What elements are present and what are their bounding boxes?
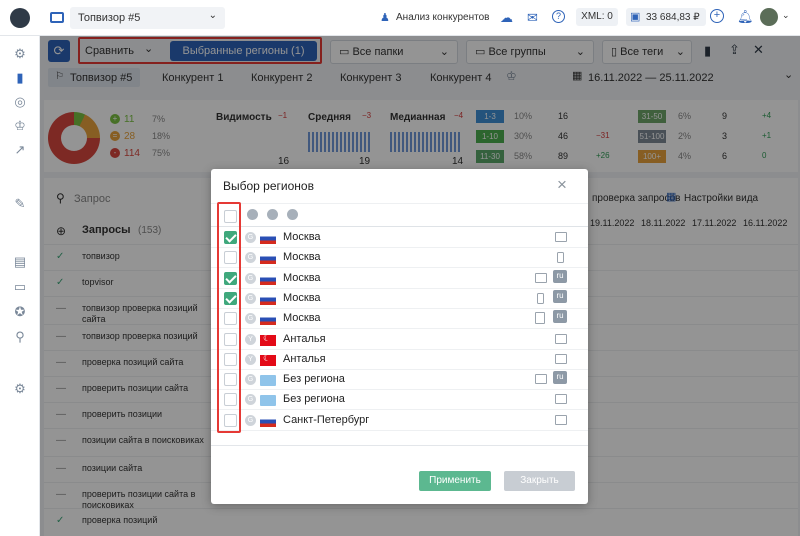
analysis-icon[interactable]: ◎ — [12, 94, 28, 110]
upload-cloud-icon[interactable]: ☁ — [500, 10, 513, 26]
desktop-icon — [555, 394, 567, 405]
modal-title: Выбор регионов — [223, 179, 314, 193]
search-engine-icon: G — [245, 232, 256, 243]
tablet-icon — [535, 312, 545, 325]
region-row[interactable]: Y Анталья — [211, 350, 588, 370]
sidebar: ⚙ ▮ ◎ ♔ ↗ ✎ ▤ ▭ ✪ ⚲ ⚙ — [0, 36, 40, 536]
balance-value: 33 684,83 ₽ — [646, 12, 700, 23]
bell-icon[interactable]: 🔔︎ — [737, 9, 754, 25]
region-row[interactable]: G Москва ru — [211, 269, 588, 289]
search-engine-icon: G — [245, 394, 256, 406]
language-badge: ru — [553, 371, 567, 385]
competitor-analysis-link[interactable]: Анализ конкурентов — [396, 12, 489, 23]
briefcase-icon — [50, 12, 64, 23]
tools-icon[interactable]: ✎ — [12, 196, 28, 212]
country-flag-icon — [260, 253, 276, 265]
desktop-icon — [555, 232, 567, 242]
desktop-icon — [555, 333, 567, 344]
checkbox-column-highlight — [217, 202, 241, 433]
chevron-down-icon[interactable]: ⌄ — [782, 10, 790, 21]
region-name: Анталья — [283, 332, 326, 345]
globe-icon — [260, 375, 276, 387]
apply-button[interactable]: Применить — [419, 471, 491, 491]
region-row[interactable]: G Москва — [211, 228, 588, 248]
inbox-icon[interactable]: ▭ — [12, 279, 28, 295]
search-engine-icon: G — [245, 292, 256, 304]
audit-icon[interactable]: ✪ — [12, 304, 28, 320]
region-name: Москва — [283, 251, 321, 264]
desktop-icon — [535, 272, 547, 283]
region-name: Без региона — [283, 393, 345, 406]
help-icon[interactable]: ? — [552, 10, 565, 23]
positions-icon[interactable]: ▮ — [12, 70, 28, 86]
wallet-icon: ▣ — [630, 11, 641, 23]
region-row[interactable]: G Москва ru — [211, 289, 588, 309]
region-select-modal: Выбор регионов × G Москва G Москва G Мос… — [211, 169, 588, 504]
region-name: Санкт-Петербург — [283, 413, 370, 426]
app-logo[interactable] — [10, 8, 30, 28]
close-button[interactable]: Закрыть — [504, 471, 575, 491]
project-selector[interactable]: Топвизор #5 ⌄ — [70, 7, 225, 29]
language-badge: ru — [553, 269, 567, 283]
language-badge: ru — [553, 289, 567, 303]
country-flag-icon — [260, 415, 276, 427]
projects-icon[interactable]: ⚙ — [12, 46, 28, 62]
settings-icon[interactable]: ⚙ — [12, 381, 28, 397]
country-flag-icon — [260, 353, 276, 366]
desktop-icon — [555, 353, 567, 364]
project-name: Топвизор #5 — [78, 12, 141, 24]
avatar[interactable] — [760, 8, 778, 26]
search-engine-icon: Y — [245, 333, 256, 345]
country-flag-icon — [260, 233, 276, 244]
search-engine-icon: G — [245, 414, 256, 426]
search-engine-icon: G — [245, 313, 256, 325]
region-row[interactable]: G Москва ru — [211, 309, 588, 330]
region-name: Анталья — [283, 352, 326, 365]
add-icon[interactable]: + — [710, 9, 724, 23]
globe-icon — [260, 395, 276, 407]
account-balance[interactable]: ▣ 33 684,83 ₽ — [626, 8, 706, 26]
region-row[interactable]: Y Анталья — [211, 330, 588, 350]
search-engine-icon: G — [245, 374, 256, 386]
modal-divider — [211, 445, 588, 446]
desktop-icon — [535, 374, 547, 385]
modal-header-row — [211, 203, 588, 227]
trophy-icon[interactable]: ♔ — [12, 118, 28, 134]
sort-device-icon[interactable] — [287, 209, 298, 220]
desktop-icon — [555, 414, 567, 425]
search-engine-icon: G — [245, 252, 256, 264]
region-name: Москва — [283, 291, 321, 304]
region-name: Москва — [283, 312, 321, 325]
chevron-down-icon: ⌄ — [208, 10, 217, 21]
country-flag-icon — [260, 314, 276, 326]
top-bar: Топвизор #5 ⌄ ♟ Анализ конкурентов ☁ ✉ ?… — [0, 0, 800, 36]
mobile-icon — [557, 252, 564, 264]
sort-engine-icon[interactable] — [247, 209, 258, 220]
search-engine-icon: Y — [245, 353, 256, 365]
region-name: Москва — [283, 231, 321, 243]
search-engine-icon: G — [245, 272, 256, 284]
competitor-analysis-icon: ♟ — [380, 12, 390, 24]
region-row[interactable]: G Санкт-Петербург — [211, 411, 588, 431]
keywords-icon[interactable]: ▤ — [12, 254, 28, 270]
mail-icon[interactable]: ✉ — [527, 10, 538, 26]
region-name: Москва — [283, 271, 321, 284]
country-flag-icon — [260, 293, 276, 305]
language-badge: ru — [553, 310, 567, 324]
region-row[interactable]: G Москва — [211, 248, 588, 269]
region-name: Без региона — [283, 373, 345, 386]
xml-balance[interactable]: XML: 0 — [576, 8, 618, 26]
sort-region-icon[interactable] — [267, 209, 278, 220]
close-icon[interactable]: × — [557, 175, 567, 195]
region-row[interactable]: G Без региона — [211, 390, 588, 411]
mobile-icon — [537, 292, 544, 304]
region-row[interactable]: G Без региона ru — [211, 370, 588, 391]
chart-icon[interactable]: ↗ — [12, 142, 28, 158]
sitemap-icon[interactable]: ⚲ — [12, 329, 28, 345]
country-flag-icon — [260, 333, 276, 346]
country-flag-icon — [260, 273, 276, 285]
